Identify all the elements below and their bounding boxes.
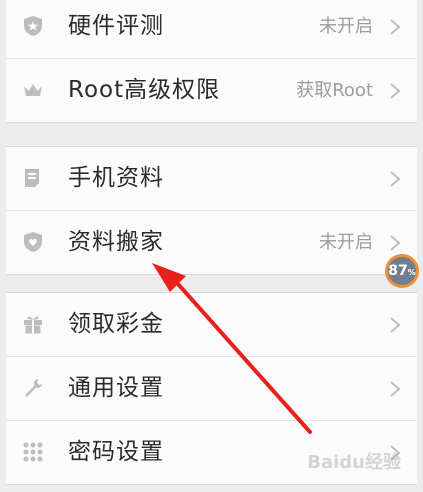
chevron-right-icon: [389, 18, 401, 36]
gift-icon: [22, 313, 44, 335]
chevron-right-icon: [389, 316, 401, 334]
hardware-test-status: 未开启: [319, 16, 373, 37]
hardware-test-row[interactable]: 硬件评测 未开启: [6, 0, 417, 59]
data-migration-status: 未开启: [319, 232, 373, 253]
hardware-test-label: 硬件评测: [68, 13, 164, 39]
floating-percent-badge[interactable]: 87%: [385, 254, 419, 288]
settings-group-1: 硬件评测 未开启 Root高级权限 获取Root: [6, 0, 417, 123]
watermark: Baidu经验: [307, 452, 401, 473]
wrench-icon: [22, 377, 44, 399]
general-settings-label: 通用设置: [68, 375, 164, 401]
phone-info-label: 手机资料: [68, 165, 164, 191]
shield-heart-icon: [22, 231, 44, 253]
data-migration-row[interactable]: 资料搬家 未开启: [6, 211, 417, 274]
data-migration-label: 资料搬家: [68, 229, 164, 255]
shield-star-icon: [22, 15, 44, 37]
claim-bonus-row[interactable]: 领取彩金: [6, 293, 417, 357]
chevron-right-icon: [389, 380, 401, 398]
root-permission-label: Root高级权限: [68, 77, 221, 103]
chevron-right-icon: [389, 234, 401, 252]
grid-dots-icon: [22, 441, 44, 463]
badge-unit: %: [407, 268, 416, 277]
general-settings-row[interactable]: 通用设置: [6, 357, 417, 421]
document-icon: [22, 167, 44, 189]
root-permission-row[interactable]: Root高级权限 获取Root: [6, 59, 417, 122]
chevron-right-icon: [389, 170, 401, 188]
phone-info-row[interactable]: 手机资料: [6, 147, 417, 211]
chevron-right-icon: [389, 82, 401, 100]
password-settings-label: 密码设置: [68, 439, 164, 465]
crown-icon: [22, 79, 44, 101]
settings-group-2: 手机资料 资料搬家 未开启: [6, 146, 417, 275]
claim-bonus-label: 领取彩金: [68, 311, 164, 337]
root-permission-status: 获取Root: [296, 80, 373, 101]
badge-value: 87: [388, 263, 408, 279]
